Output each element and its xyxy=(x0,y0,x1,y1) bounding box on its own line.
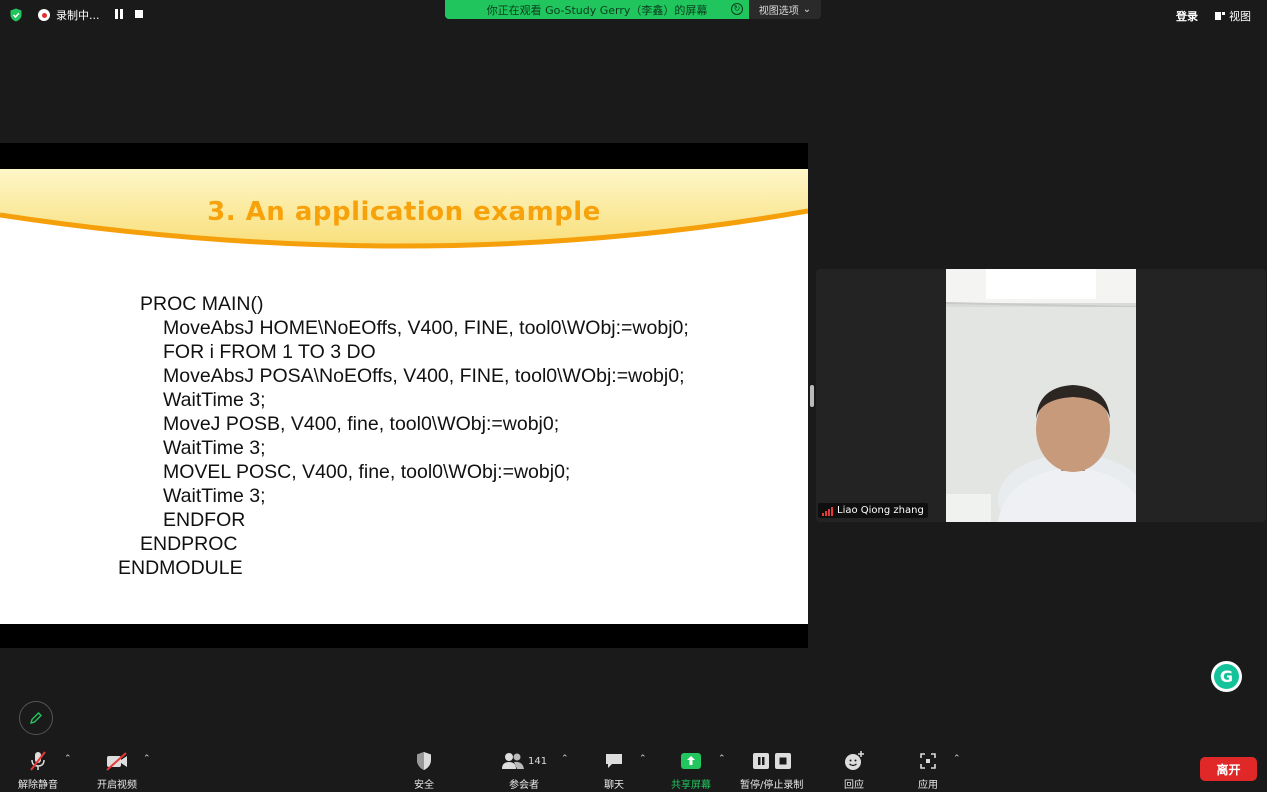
banner-text: 你正在观看 Go-Study Gerry（李鑫）的屏幕 xyxy=(486,3,708,17)
reactions-button[interactable]: 回应 xyxy=(843,750,865,791)
smiley-plus-icon xyxy=(843,750,865,772)
slide: 3. An application example PROC MAIN() Mo… xyxy=(0,169,808,624)
share-screen-button[interactable]: 共享屏幕 xyxy=(671,750,711,791)
chevron-down-icon: ⌄ xyxy=(802,4,812,15)
share-screen-icon xyxy=(680,750,702,772)
pause-icon[interactable] xyxy=(114,9,124,19)
login-button[interactable]: 登录 xyxy=(1176,8,1198,24)
stop-icon[interactable] xyxy=(135,10,143,18)
code-line: MoveJ POSB, V400, fine, tool0\WObj:=wobj… xyxy=(163,413,560,435)
code-line: ENDFOR xyxy=(163,509,246,531)
code-line: MoveAbsJ HOME\NoEOffs, V400, FINE, tool0… xyxy=(163,317,689,339)
code-line: FOR i FROM 1 TO 3 DO xyxy=(163,341,376,363)
participants-icon-wrap: 141 xyxy=(501,750,547,772)
participants-button[interactable]: 141 参会者 xyxy=(501,750,547,791)
annotate-button[interactable] xyxy=(19,701,53,735)
participants-count: 141 xyxy=(528,755,548,767)
participants-chevron-icon[interactable]: ⌃ xyxy=(561,754,569,764)
meeting-toolbar: 解除静音 ⌃ 开启视频 ⌃ 安全 141 参会者 ⌃ 聊天 ⌃ 共享屏幕 ⌃ 暂… xyxy=(0,744,1267,792)
code-line: WaitTime 3; xyxy=(163,389,266,411)
unmute-button[interactable]: 解除静音 xyxy=(18,750,58,791)
video-off-icon xyxy=(105,750,129,772)
code-line: MOVEL POSC, V400, fine, tool0\WObj:=wobj… xyxy=(163,461,571,483)
code-line: PROC MAIN() xyxy=(140,293,264,315)
code-line: MoveAbsJ POSA\NoEOffs, V400, FINE, tool0… xyxy=(163,365,685,387)
shared-screen: 3. An application example PROC MAIN() Mo… xyxy=(0,143,808,648)
split-resize-handle[interactable] xyxy=(810,385,814,407)
pencil-icon xyxy=(29,712,42,725)
participant-name: Liao Qiong zhang xyxy=(837,505,924,516)
pause-stop-recording-button[interactable]: 暂停/停止录制 xyxy=(740,750,803,791)
muted-microphone-icon xyxy=(27,750,49,772)
chat-button[interactable]: 聊天 xyxy=(604,750,624,791)
chat-chevron-icon[interactable]: ⌃ xyxy=(639,754,647,764)
video-options-chevron-icon[interactable]: ⌃ xyxy=(143,754,151,764)
code-line: WaitTime 3; xyxy=(163,437,266,459)
participant-name-tag: Liao Qiong zhang xyxy=(818,503,928,518)
reactions-label: 回应 xyxy=(844,780,864,791)
chat-bubble-icon xyxy=(604,750,624,772)
view-icon xyxy=(1215,12,1225,20)
info-icon[interactable]: ↻ xyxy=(731,3,743,15)
participants-label: 参会者 xyxy=(509,780,540,791)
apps-label: 应用 xyxy=(918,780,938,791)
grammarly-g-icon: G xyxy=(1214,664,1239,689)
code-line: WaitTime 3; xyxy=(163,485,266,507)
view-button[interactable]: 视图 xyxy=(1215,8,1251,24)
record-icon xyxy=(38,9,50,21)
view-label: 视图 xyxy=(1229,10,1251,23)
security-label: 安全 xyxy=(414,780,434,791)
apps-button[interactable]: 应用 xyxy=(918,750,938,791)
chat-label: 聊天 xyxy=(604,780,624,791)
security-button[interactable]: 安全 xyxy=(414,750,434,791)
top-bar: 录制中... 你正在观看 Go-Study Gerry（李鑫）的屏幕 ↻ 视图选… xyxy=(0,0,1267,30)
recording-controls-icon xyxy=(751,750,793,772)
recording-label: 录制中... xyxy=(56,9,100,22)
slide-title: 3. An application example xyxy=(207,197,601,227)
people-icon xyxy=(502,753,524,769)
shield-icon[interactable] xyxy=(9,8,23,22)
shield-icon xyxy=(415,750,433,772)
audio-options-chevron-icon[interactable]: ⌃ xyxy=(64,754,72,764)
view-options-button[interactable]: 视图选项 ⌄ xyxy=(749,0,821,19)
signal-strength-icon xyxy=(822,506,833,516)
start-video-button[interactable]: 开启视频 xyxy=(97,750,137,791)
pause-stop-recording-label: 暂停/停止录制 xyxy=(740,780,804,791)
viewing-banner: 你正在观看 Go-Study Gerry（李鑫）的屏幕 ↻ xyxy=(445,0,749,19)
share-screen-label: 共享屏幕 xyxy=(671,780,711,791)
participant-video-tile[interactable]: Liao Qiong zhang xyxy=(816,269,1266,522)
unmute-label: 解除静音 xyxy=(18,780,58,791)
grammarly-icon[interactable]: G xyxy=(1211,661,1242,692)
view-options-label: 视图选项 xyxy=(758,6,799,17)
leave-button[interactable]: 离开 xyxy=(1200,757,1257,781)
apps-chevron-icon[interactable]: ⌃ xyxy=(953,754,961,764)
start-video-label: 开启视频 xyxy=(97,780,137,791)
recording-indicator[interactable]: 录制中... xyxy=(38,5,100,25)
share-options-chevron-icon[interactable]: ⌃ xyxy=(718,754,726,764)
code-line: ENDPROC xyxy=(140,533,238,555)
apps-icon xyxy=(919,750,937,772)
code-line: ENDMODULE xyxy=(118,557,243,579)
participant-video xyxy=(946,269,1136,522)
